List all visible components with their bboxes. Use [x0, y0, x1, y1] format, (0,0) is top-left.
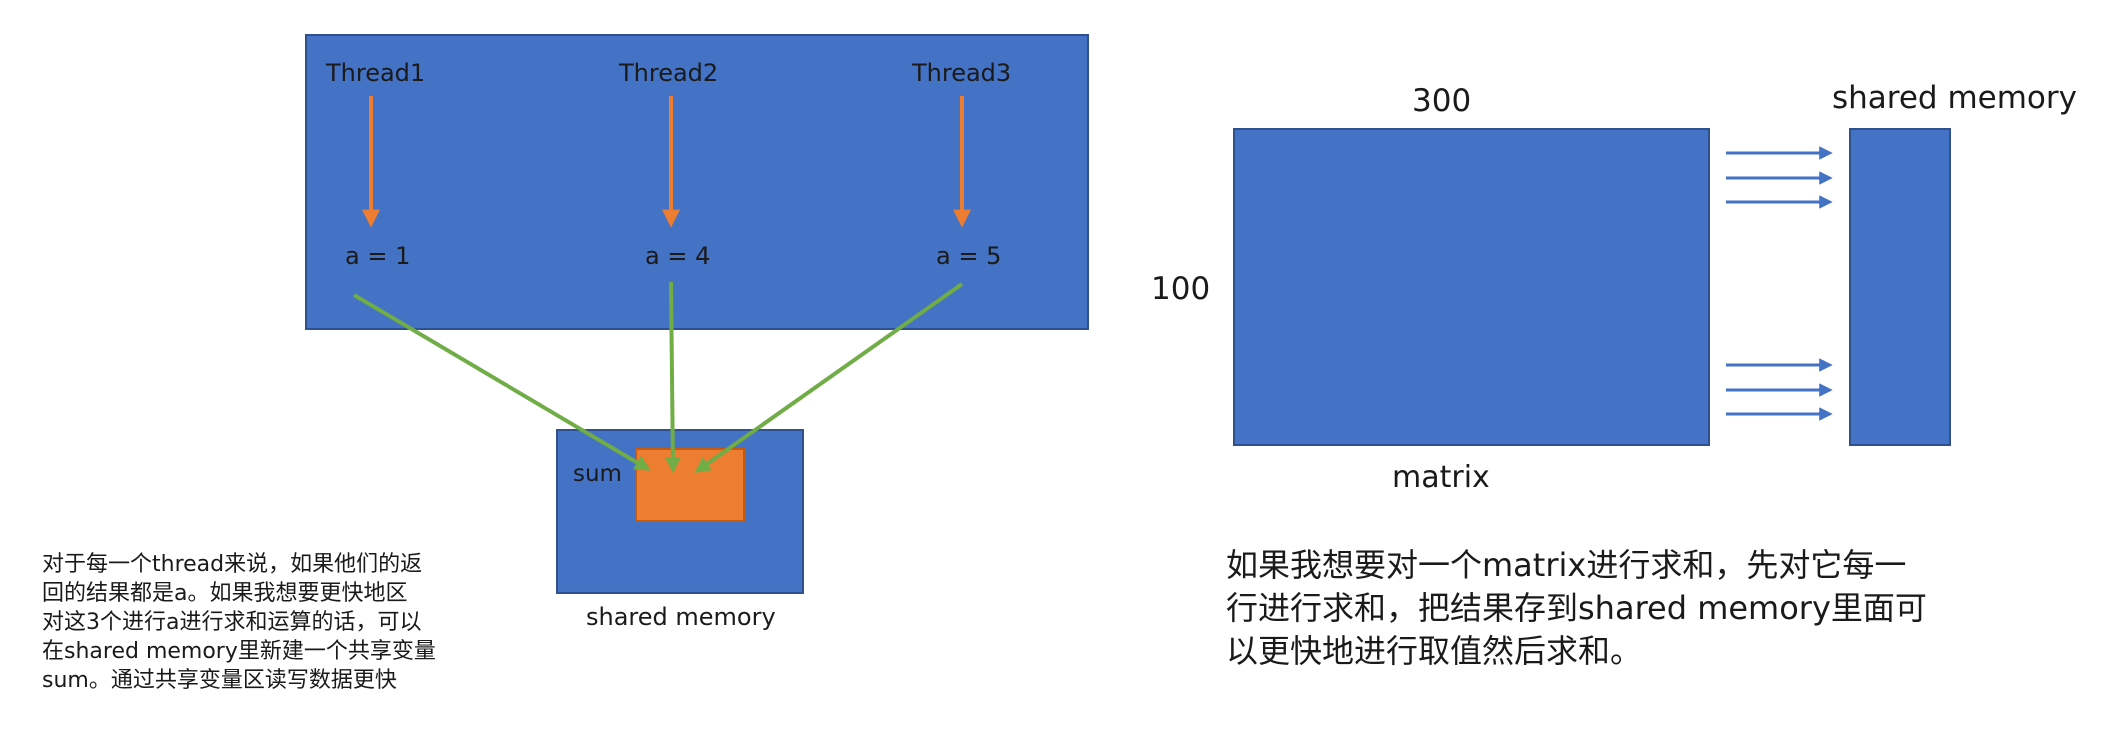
matrix-width-label: 300	[1412, 83, 1472, 119]
left-description: 对于每一个thread来说，如果他们的返 回的结果都是a。如果我想要更快地区 对…	[42, 550, 436, 695]
right-shared-memory-label: shared memory	[1832, 80, 2077, 116]
sum-label: sum	[573, 461, 622, 487]
right-description-line: 以更快地进行取值然后求和。	[1226, 632, 1643, 670]
thread2-to-sum-arrow	[664, 281, 681, 474]
shared-memory-label: shared memory	[586, 603, 776, 631]
thread1-value: a = 1	[345, 242, 411, 270]
matrix-height-label: 100	[1151, 271, 1211, 307]
thread2-label: Thread2	[619, 59, 719, 87]
thread3-value: a = 5	[936, 242, 1002, 270]
right-description-line: 行进行求和，把结果存到shared memory里面可	[1226, 589, 1927, 627]
left-description-line: 对于每一个thread来说，如果他们的返	[42, 552, 423, 577]
sum-variable-box	[635, 448, 745, 522]
right-description: 如果我想要对一个matrix进行求和，先对它每一 行进行求和，把结果存到shar…	[1226, 544, 1927, 673]
left-description-line: 在shared memory里新建一个共享变量	[42, 639, 436, 664]
left-description-line: 对这3个进行a进行求和运算的话，可以	[42, 610, 422, 635]
right-description-line: 如果我想要对一个matrix进行求和，先对它每一	[1226, 546, 1907, 584]
thread2-value: a = 4	[645, 242, 711, 270]
right-shared-memory-block	[1849, 128, 1951, 446]
thread1-label: Thread1	[326, 59, 426, 87]
thread3-label: Thread3	[912, 59, 1012, 87]
left-description-line: sum。通过共享变量区读写数据更快	[42, 668, 397, 693]
matrix-label: matrix	[1392, 460, 1490, 495]
matrix-block	[1233, 128, 1710, 446]
left-description-line: 回的结果都是a。如果我想要更快地区	[42, 581, 408, 606]
